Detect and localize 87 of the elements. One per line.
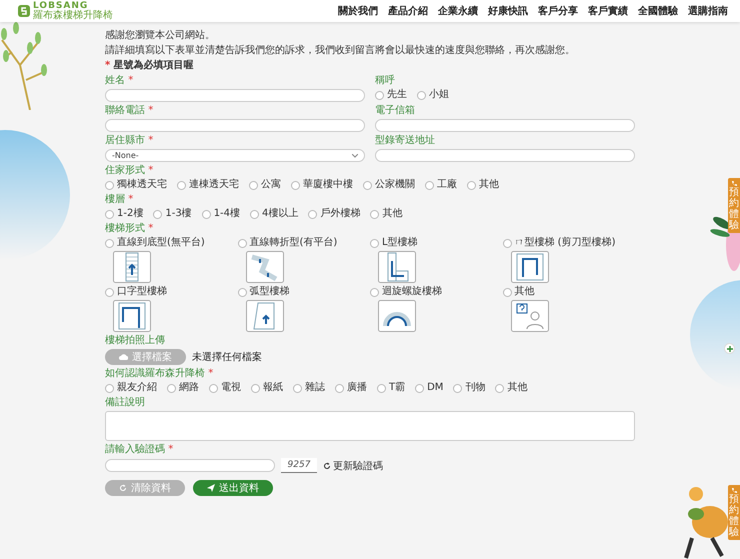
field-label: 聯絡電話 * <box>105 105 154 117</box>
radio-option[interactable]: 廣播 <box>335 382 367 394</box>
select-field[interactable]: -None- <box>105 149 365 162</box>
radio-option[interactable]: 其他 <box>502 286 635 298</box>
radio-option[interactable]: 口字型樓梯 <box>105 286 238 298</box>
radio-option[interactable]: 直線到底型(無平台) <box>105 237 238 249</box>
field-label: 如何認識羅布森升降椅 * <box>105 368 214 380</box>
radio-option[interactable]: 1-3樓 <box>153 208 192 220</box>
curved-stair-icon <box>246 300 284 332</box>
radio-option[interactable]: 4樓以上 <box>250 208 298 220</box>
radio-option[interactable]: 先生 <box>375 89 407 101</box>
field-label: 樓梯拍照上傳 <box>105 335 166 347</box>
radio-option[interactable]: 小姐 <box>417 89 449 101</box>
radio-option[interactable]: 電視 <box>209 382 241 394</box>
radio-option[interactable]: 1-4樓 <box>202 208 240 220</box>
cloud-upload-icon <box>119 353 128 361</box>
intro-text: 感謝您瀏覽本公司網站。 <box>105 30 216 42</box>
textarea-field[interactable] <box>105 411 635 441</box>
logo-tagline: 羅布森樓梯升降椅 <box>33 11 113 21</box>
radio-option[interactable]: 網路 <box>167 382 199 394</box>
landing-stair-icon <box>246 251 284 283</box>
square-stair-icon <box>113 300 151 332</box>
text-input[interactable] <box>375 149 635 162</box>
captcha-input[interactable] <box>105 459 275 472</box>
field-label: 稱呼 <box>375 75 396 87</box>
send-icon <box>207 484 215 492</box>
logo-icon <box>18 5 30 17</box>
file-status: 未選擇任何檔案 <box>192 350 262 364</box>
nav-link[interactable]: 選購指南 <box>688 4 728 18</box>
radio-option[interactable]: 其他 <box>370 208 402 220</box>
field-label: 電子信箱 <box>375 105 416 117</box>
radio-option[interactable]: 戶外樓梯 <box>308 208 360 220</box>
radio-option[interactable]: 華廈樓中樓 <box>291 179 353 191</box>
radio-option[interactable]: L型樓梯 <box>370 237 502 249</box>
field-label: 姓名 * <box>105 75 134 87</box>
straight-stair-icon <box>113 251 151 283</box>
phone-icon <box>730 487 738 494</box>
l-shaped-stair-icon <box>378 251 416 283</box>
radio-option[interactable]: 親友介紹 <box>105 382 157 394</box>
radio-option[interactable]: 弧型樓梯 <box>238 286 370 298</box>
u-shaped-stair-icon <box>510 251 548 283</box>
captcha-image: 9257 <box>281 458 317 473</box>
radio-option[interactable]: 迴旋螺旋樓梯 <box>370 286 502 298</box>
radio-option[interactable]: T霸 <box>377 382 406 394</box>
field-label: 樓層 * <box>105 194 134 206</box>
nav-link[interactable]: 客戶實績 <box>588 4 628 18</box>
radio-option[interactable]: DM <box>415 382 444 394</box>
radio-option[interactable]: 1-2樓 <box>105 208 144 220</box>
text-input[interactable] <box>375 119 635 132</box>
submit-button[interactable]: 送出資料 <box>193 480 273 496</box>
radio-option[interactable]: ㄇ型樓梯 (剪刀型樓梯) <box>502 237 635 249</box>
radio-option[interactable]: 其他 <box>467 179 499 191</box>
question-person-icon <box>510 300 548 332</box>
nav-link[interactable]: 全國體驗 <box>638 4 678 18</box>
intro-text: 請詳細填寫以下表單並清楚告訴我們您的訴求，我們收到留言將會以最快速的速度與您聯絡，再次感謝您。 <box>105 45 576 57</box>
radio-option[interactable]: 刊物 <box>453 382 486 394</box>
logo-name: LOBSANG <box>33 1 88 11</box>
field-label: 樓梯形式 * <box>105 223 154 235</box>
phone-icon <box>730 180 738 187</box>
dropdown-caret-icon <box>352 154 358 158</box>
field-label: 住家形式 * <box>105 165 154 177</box>
field-label: 型錄寄送地址 <box>375 135 436 147</box>
nav-link[interactable]: 關於我們 <box>338 4 378 18</box>
plus-icon <box>726 346 732 352</box>
field-label: 居住縣市 * <box>105 135 154 147</box>
refresh-icon <box>323 462 331 470</box>
field-label: 請輸入驗證碼 * <box>105 444 174 456</box>
radio-option[interactable]: 工廠 <box>425 179 457 191</box>
radio-option[interactable]: 獨棟透天宅 <box>105 179 167 191</box>
nav-link[interactable]: 企業永續 <box>438 4 478 18</box>
text-input[interactable] <box>105 89 365 102</box>
radio-option[interactable]: 報紙 <box>251 382 283 394</box>
refresh-icon <box>119 484 127 492</box>
radio-option[interactable]: 雜誌 <box>293 382 325 394</box>
radio-option[interactable]: 公家機關 <box>363 179 415 191</box>
text-input[interactable] <box>105 119 365 132</box>
radio-option[interactable]: 其他 <box>495 382 528 394</box>
field-label: 備註說明 <box>105 397 146 409</box>
nav-link[interactable]: 產品介紹 <box>388 4 428 18</box>
spiral-stair-icon <box>378 300 416 332</box>
nav-link[interactable]: 好康快訊 <box>488 4 528 18</box>
refresh-captcha-link[interactable]: 更新驗證碼 <box>323 458 383 472</box>
nav-link[interactable]: 客戶分享 <box>538 4 578 18</box>
radio-option[interactable]: 連棟透天宅 <box>177 179 239 191</box>
radio-option[interactable]: 公寓 <box>249 179 281 191</box>
required-note: * 星號為必填項目喔 <box>105 60 195 72</box>
radio-option[interactable]: 直線轉折型(有平台) <box>238 237 370 249</box>
